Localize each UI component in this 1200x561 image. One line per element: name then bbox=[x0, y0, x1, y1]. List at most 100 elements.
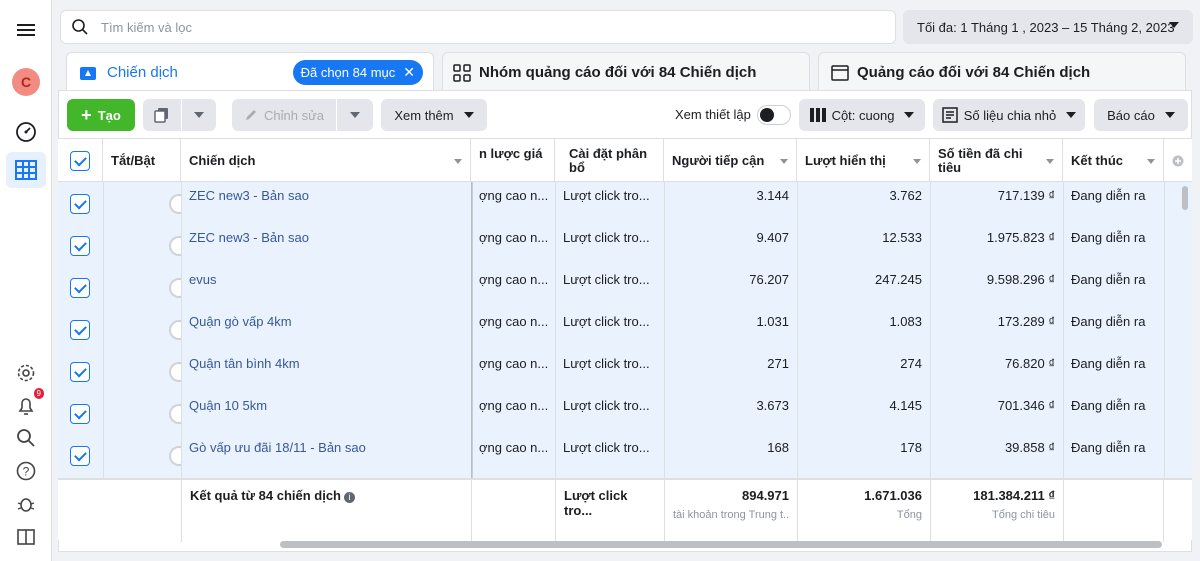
table-row[interactable]: Quận tân bình 4km ợng cao n... Lượt click … bbox=[58, 350, 1192, 392]
row-checkbox[interactable] bbox=[70, 404, 90, 424]
spent-cell: 717.139 ₫ bbox=[930, 182, 1063, 224]
notification-badge: 9 bbox=[33, 388, 44, 399]
notifications-bell-icon[interactable]: 9 bbox=[12, 388, 44, 420]
toggle-knob bbox=[760, 108, 774, 122]
campaign-name-link-text[interactable]: Quận 10 5km bbox=[189, 398, 267, 413]
dashboard-icon[interactable] bbox=[12, 118, 40, 146]
table-row[interactable]: evus ợng cao n... Lượt click tro... 76.207 2… bbox=[58, 266, 1192, 308]
col-amount-spent[interactable]: Số tiền đã chi tiêu bbox=[930, 139, 1063, 183]
col-reach[interactable]: Người tiếp cận bbox=[664, 139, 797, 183]
reach-cell-text: 1.031 bbox=[756, 314, 789, 329]
campaign-on-off-toggle[interactable] bbox=[169, 236, 181, 256]
bid-strategy-cell-text: ợng cao n... bbox=[479, 272, 549, 287]
row-checkbox[interactable] bbox=[70, 446, 90, 466]
row-toggle-cell bbox=[103, 350, 181, 392]
table-row[interactable]: Gò vấp ưu đãi 18/11 - Bản sao ợng cao n..… bbox=[58, 434, 1192, 476]
ends-cell-text: Đang diễn ra bbox=[1071, 230, 1146, 245]
col-spent-label: Số tiền đã chi tiêu bbox=[938, 146, 1023, 175]
vertical-scrollbar[interactable] bbox=[1182, 186, 1188, 210]
ends-cell: Đang diễn ra bbox=[1063, 350, 1164, 392]
tab-ad-sets[interactable]: Nhóm quảng cáo đối với 84 Chiến dịch bbox=[442, 52, 810, 92]
duplicate-dropdown-button[interactable] bbox=[182, 99, 216, 131]
campaign-on-off-toggle[interactable] bbox=[169, 278, 181, 298]
column-divider bbox=[103, 182, 104, 478]
attribution-cell-text: Lượt click tro... bbox=[563, 356, 650, 371]
menu-icon[interactable] bbox=[12, 16, 40, 44]
columns-button[interactable]: Cột: cuong bbox=[799, 99, 925, 131]
add-column-icon[interactable] bbox=[1164, 139, 1192, 183]
spent-cell: 9.598.296 ₫ bbox=[930, 266, 1063, 308]
guide-book-icon[interactable] bbox=[12, 523, 40, 551]
duplicate-button[interactable] bbox=[143, 99, 181, 131]
campaign-on-off-toggle[interactable] bbox=[169, 194, 181, 214]
col-ends[interactable]: Kết thúc bbox=[1063, 139, 1164, 183]
campaign-flag-icon bbox=[80, 66, 96, 80]
campaign-name-link-text[interactable]: Quận tân bình 4km bbox=[189, 356, 300, 371]
edit-dropdown-button[interactable] bbox=[337, 99, 373, 131]
reach-cell-text: 3.673 bbox=[756, 398, 789, 413]
table-row[interactable]: Quận 10 5km ợng cao n... Lượt click tro...… bbox=[58, 392, 1192, 434]
impressions-cell-text: 1.083 bbox=[889, 314, 922, 329]
close-icon[interactable]: ✕ bbox=[403, 64, 415, 81]
impressions-cell-text: 247.245 bbox=[875, 272, 922, 287]
bug-report-icon[interactable] bbox=[12, 490, 40, 518]
table-row[interactable]: ZEC new3 - Bản sao ợng cao n... Lượt click… bbox=[58, 224, 1192, 266]
breakdown-button[interactable]: Số liệu chia nhỏ bbox=[933, 99, 1085, 131]
col-bid-strategy[interactable]: n lược giá bbox=[471, 139, 555, 183]
horizontal-scrollbar[interactable] bbox=[280, 541, 1162, 548]
row-checkbox[interactable] bbox=[70, 236, 90, 256]
reach-cell-text: 3.144 bbox=[756, 188, 789, 203]
col-toggle[interactable]: Tắt/Bật bbox=[103, 139, 181, 183]
bid-strategy-cell-text: ợng cao n... bbox=[479, 398, 549, 413]
campaign-on-off-toggle[interactable] bbox=[169, 320, 181, 340]
selected-items-pill[interactable]: Đã chọn 84 mục ✕ bbox=[292, 60, 423, 85]
campaigns-table-icon[interactable] bbox=[12, 156, 40, 184]
col-attribution[interactable]: Cài đặt phân bổ bbox=[555, 139, 664, 183]
view-setup-toggle[interactable] bbox=[757, 105, 791, 125]
table-row[interactable]: Quận gò vấp 4km ợng cao n... Lượt click tr… bbox=[58, 308, 1192, 350]
table-row[interactable]: ZEC new3 - Bản sao ợng cao n... Lượt click… bbox=[58, 182, 1192, 224]
row-checkbox[interactable] bbox=[70, 194, 90, 214]
footer-attr: Lượt click tro... bbox=[555, 480, 664, 542]
date-range-text: Tối đa: 1 Tháng 1 , 2023 – 15 Tháng 2, 2… bbox=[917, 19, 1175, 35]
report-button[interactable]: Báo cáo bbox=[1094, 99, 1188, 131]
campaign-name-link-text[interactable]: Quận gò vấp 4km bbox=[189, 314, 292, 329]
col-campaign[interactable]: Chiến dịch bbox=[181, 139, 471, 183]
tab-campaigns[interactable]: Chiến dịch Đã chọn 84 mục ✕ bbox=[66, 52, 434, 92]
row-checkbox[interactable] bbox=[70, 320, 90, 340]
campaign-on-off-toggle[interactable] bbox=[169, 446, 181, 466]
edit-button[interactable]: Chỉnh sửa bbox=[232, 99, 336, 131]
chevron-down-icon bbox=[463, 112, 474, 118]
col-impressions[interactable]: Lượt hiển thị bbox=[797, 139, 930, 183]
search-filter-bar[interactable]: Tìm kiếm và lọc bbox=[60, 10, 896, 44]
row-checkbox[interactable] bbox=[70, 278, 90, 298]
footer-spent-value: 181.384.211 ₫ bbox=[973, 488, 1055, 503]
campaign-name-link-text[interactable]: Gò vấp ưu đãi 18/11 - Bản sao bbox=[189, 440, 366, 455]
info-icon[interactable]: i bbox=[344, 492, 355, 503]
create-button[interactable]: + Tạo bbox=[67, 99, 135, 131]
footer-label-text: Kết quả từ 84 chiến dịch bbox=[190, 488, 341, 503]
campaign-on-off-toggle[interactable] bbox=[169, 362, 181, 382]
col-attribution-label: Cài đặt phân bổ bbox=[569, 146, 648, 175]
campaign-name-link-text[interactable]: evus bbox=[189, 272, 216, 287]
more-button[interactable]: Xem thêm bbox=[381, 99, 487, 131]
campaign-on-off-toggle[interactable] bbox=[169, 404, 181, 424]
campaign-name-link: ZEC new3 - Bản sao bbox=[181, 182, 471, 224]
select-all-checkbox[interactable] bbox=[70, 151, 90, 171]
date-range-picker[interactable]: Tối đa: 1 Tháng 1 , 2023 – 15 Tháng 2, 2… bbox=[903, 10, 1193, 44]
footer-impressions: 1.671.036 Tổng bbox=[797, 480, 930, 542]
search-icon[interactable] bbox=[12, 424, 40, 452]
bid-strategy-cell-text: ợng cao n... bbox=[479, 314, 549, 329]
spent-cell-text: 9.598.296 ₫ bbox=[986, 272, 1055, 287]
campaign-name-link-text[interactable]: ZEC new3 - Bản sao bbox=[189, 230, 309, 245]
bid-strategy-cell-text: ợng cao n... bbox=[479, 356, 549, 371]
tab-campaigns-label: Chiến dịch bbox=[107, 64, 178, 81]
row-checkbox[interactable] bbox=[70, 362, 90, 382]
tab-ads[interactable]: Quảng cáo đối với 84 Chiến dịch bbox=[818, 52, 1186, 92]
account-avatar[interactable]: C bbox=[12, 68, 40, 96]
report-label: Báo cáo bbox=[1107, 107, 1155, 123]
help-icon[interactable]: ? bbox=[12, 457, 40, 485]
settings-gear-icon[interactable] bbox=[12, 359, 40, 387]
footer-attr-text: Lượt click tro... bbox=[564, 488, 628, 518]
campaign-name-link-text[interactable]: ZEC new3 - Bản sao bbox=[189, 188, 309, 203]
